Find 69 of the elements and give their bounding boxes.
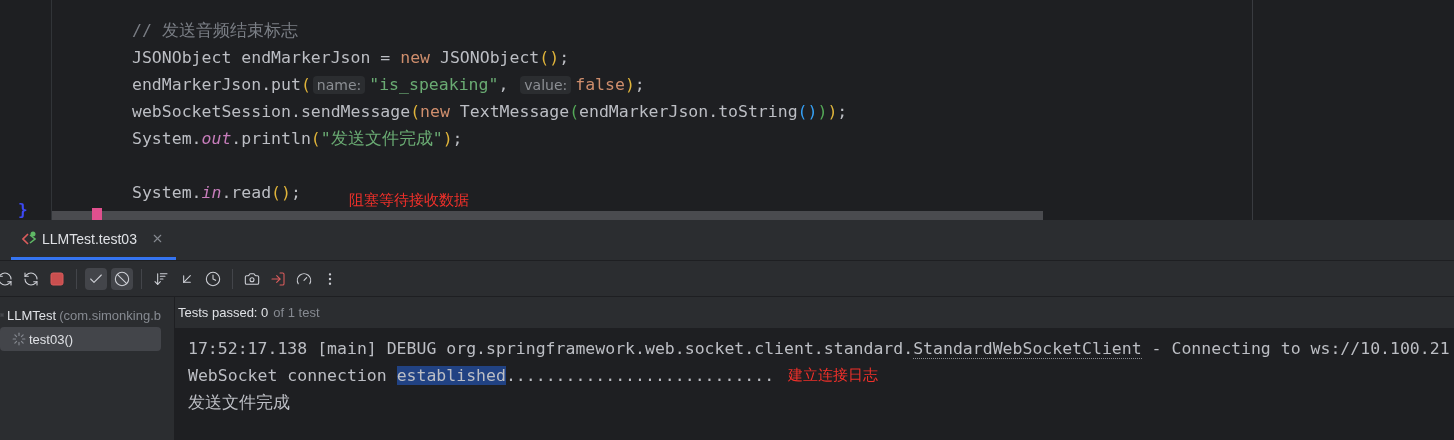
- code-token: JSONObject endMarkerJson =: [132, 48, 392, 67]
- code-token: System.: [132, 129, 202, 148]
- code-token: out: [201, 129, 232, 148]
- code-token: JSONObject: [438, 48, 540, 67]
- code-token: ): [442, 129, 453, 148]
- code-token: (): [539, 48, 560, 67]
- enter-icon: [270, 270, 286, 287]
- code-token: (): [271, 183, 291, 202]
- test-icon: [22, 230, 36, 247]
- code-token: "is_speaking": [369, 75, 499, 94]
- code-token: (: [569, 102, 580, 121]
- code-token: ;: [634, 75, 645, 94]
- console-text: WebSocket connection: [188, 366, 388, 385]
- code-token: ;: [837, 102, 848, 121]
- test-name: test03(): [29, 331, 74, 347]
- run-tab[interactable]: LLMTest.test03: [11, 220, 176, 260]
- annotation: 阻塞等待接收数据: [348, 191, 469, 210]
- code-token: endMarkerJson.toString: [579, 102, 798, 121]
- code-token: ): [624, 75, 635, 94]
- code-token: endMarkerJson.put: [132, 75, 301, 94]
- code-token: "发送文件完成": [320, 127, 443, 150]
- package-name: (com.simonking.b: [59, 307, 161, 323]
- annotation: 建立连接日志: [788, 366, 879, 385]
- ban-icon: [114, 270, 130, 287]
- refresh-icon: [0, 270, 13, 287]
- scrollbar[interactable]: [52, 211, 1043, 220]
- code-token: ;: [452, 129, 463, 148]
- error-marker: [92, 208, 102, 220]
- camera-icon: [244, 270, 260, 287]
- code-token: ): [827, 102, 838, 121]
- ban-toggle[interactable]: [111, 267, 133, 290]
- code-token: (): [797, 102, 818, 121]
- code-token: (: [300, 75, 311, 94]
- code-token: new: [400, 48, 431, 67]
- code-token: .println: [231, 129, 311, 148]
- gauge-icon: [296, 270, 312, 287]
- class-link[interactable]: StandardWebSocketClient: [913, 338, 1142, 359]
- test-name: LLMTest: [7, 307, 57, 323]
- code-token: webSocketSession.sendMessage: [132, 102, 411, 121]
- code-token: ;: [290, 183, 301, 202]
- tests-passed: Tests passed: 0: [178, 305, 269, 320]
- clock-icon: [205, 270, 221, 287]
- code-token: System.: [132, 183, 202, 202]
- code-token: // 发送音频结束标志: [132, 19, 298, 42]
- refresh-icon: [23, 270, 39, 287]
- code-token: .read: [221, 183, 272, 202]
- console-text: - Connecting to ws://10.100.21: [1150, 339, 1450, 358]
- tree-item[interactable]: test03(): [0, 327, 161, 351]
- check-toggle[interactable]: [85, 267, 107, 290]
- code-token: ): [817, 102, 828, 121]
- selected-text: established: [396, 366, 506, 385]
- stop-icon: [50, 271, 64, 286]
- code-token: in: [201, 183, 222, 202]
- parameter-hint: name:: [312, 75, 366, 94]
- brace: }: [18, 200, 28, 220]
- code-token: false: [575, 75, 625, 94]
- code-token: TextMessage: [458, 102, 570, 121]
- code-token: new: [420, 102, 450, 121]
- console-text: ...........................: [505, 366, 775, 385]
- test-total: of 1 test: [273, 305, 320, 320]
- tree-item[interactable]: LLMTest (com.simonking.b: [0, 303, 161, 327]
- code-token: (: [310, 129, 321, 148]
- console-text: 发送文件完成: [188, 391, 290, 414]
- code-token: (: [410, 102, 421, 121]
- parameter-hint: value:: [520, 75, 572, 94]
- console-text: 17:52:17.138 [main] DEBUG org.springframework.web.socket.client.standard.: [188, 339, 914, 358]
- sort-icon: [153, 270, 169, 287]
- code-token: ,: [498, 75, 510, 94]
- code-token: ;: [559, 48, 570, 67]
